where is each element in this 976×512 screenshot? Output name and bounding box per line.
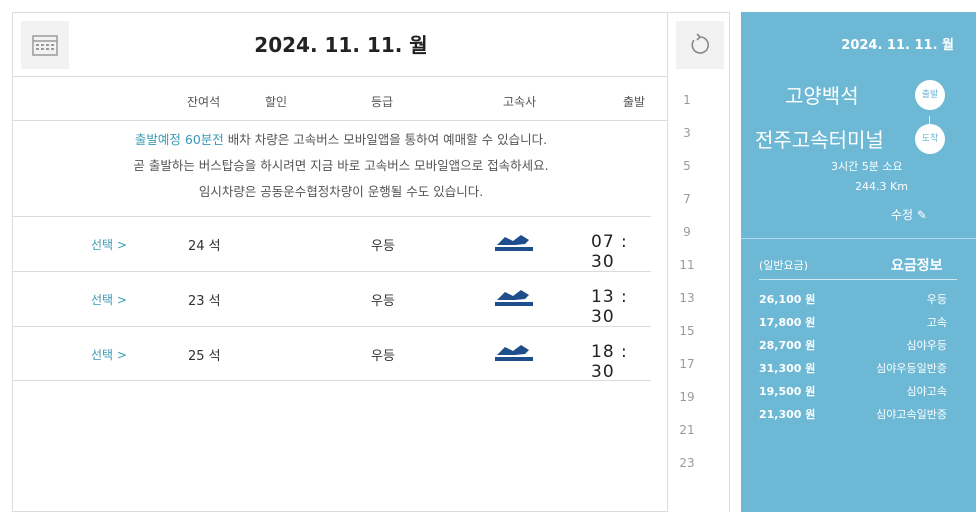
fare-divider	[759, 279, 957, 280]
refresh-icon	[691, 33, 710, 54]
column-header: 잔여석 할인 등급 고속사 출발	[13, 79, 669, 121]
info-date: 2024. 11. 11. 월	[841, 38, 954, 53]
departure-time: 18 : 30	[591, 342, 628, 382]
fare-value: 26,100 원	[759, 293, 816, 306]
col-company: 고속사	[503, 95, 537, 109]
arrival-tag: 도착	[915, 124, 945, 154]
refresh-button[interactable]	[676, 21, 724, 69]
calendar-icon	[32, 35, 58, 56]
bus-grade: 우등	[371, 349, 395, 364]
fare-row: 19,500 원 심야고속	[759, 383, 947, 405]
notice-highlight: 출발예정 60분전	[134, 132, 224, 147]
col-departure: 출발	[623, 95, 646, 109]
bus-grade: 우등	[371, 294, 395, 309]
col-discount: 할인	[265, 95, 288, 109]
travel-distance: 244.3 Km	[855, 180, 908, 193]
fare-label: 심야고속	[906, 385, 947, 398]
route-info-panel: 2024. 11. 11. 월 출발 도착 고양백석 전주고속터미널 3시간 5…	[741, 12, 976, 512]
notice-text: 출발예정 60분전 배차 차량은 고속버스 모바일앱을 통하여 예매할 수 있습…	[13, 127, 669, 205]
fare-row: 31,300 원 심야우등일반증	[759, 360, 947, 382]
bus-company-logo	[495, 290, 533, 306]
fare-label: 고속	[926, 316, 947, 329]
fare-row: 17,800 원 고속	[759, 314, 947, 336]
hour-item[interactable]: 21	[668, 423, 706, 437]
hour-item[interactable]: 3	[668, 126, 706, 140]
fare-label: 심야고속일반증	[876, 408, 947, 421]
fare-label: 우등	[926, 293, 947, 306]
notice-line-1: 출발예정 60분전 배차 차량은 고속버스 모바일앱을 통하여 예매할 수 있습…	[13, 127, 669, 153]
departure-tag: 출발	[915, 80, 945, 110]
fare-info: (일반요금) 요금정보 26,100 원 우등 17,800 원 고속 28,7…	[741, 238, 976, 512]
col-grade: 등급	[371, 95, 394, 109]
select-button[interactable]: 선택 >	[91, 291, 127, 308]
hour-filter-column: 1 3 5 7 9 11 13 15 17 19 21 23	[668, 12, 730, 512]
hour-item[interactable]: 19	[668, 390, 706, 404]
notice-line-3: 임시차량은 공동운수협정차량이 운행될 수도 있습니다.	[198, 184, 484, 199]
fare-row: 28,700 원 심야우등	[759, 337, 947, 359]
fare-value: 21,300 원	[759, 408, 816, 421]
bus-company-logo	[495, 345, 533, 361]
select-button[interactable]: 선택 >	[91, 236, 127, 253]
fare-value: 31,300 원	[759, 362, 816, 375]
departure-time: 13 : 30	[591, 287, 628, 327]
bus-company-logo	[495, 235, 533, 251]
fare-label: 심야우등	[906, 339, 947, 352]
travel-duration: 3시간 5분 소요	[831, 160, 903, 173]
fare-title: 요금정보	[891, 258, 943, 274]
hour-item[interactable]: 15	[668, 324, 706, 338]
departure-time: 07 : 30	[591, 232, 628, 272]
col-remaining-seats: 잔여석	[187, 95, 221, 109]
remaining-seats: 25 석	[188, 349, 221, 364]
bus-grade: 우등	[371, 239, 395, 254]
calendar-button[interactable]	[21, 21, 69, 69]
hour-item[interactable]: 1	[668, 93, 706, 107]
remaining-seats: 24 석	[188, 239, 221, 254]
pencil-icon: ✎	[916, 208, 927, 222]
date-header: 2024. 11. 11. 월	[13, 13, 669, 77]
arrival-terminal: 전주고속터미널	[755, 128, 884, 152]
schedule-row[interactable]: 선택 > 25 석 우등 18 : 30	[13, 326, 651, 382]
page-title: 2024. 11. 11. 월	[254, 33, 428, 57]
schedule-row[interactable]: 선택 > 24 석 우등 07 : 30	[13, 216, 651, 272]
fare-value: 19,500 원	[759, 385, 816, 398]
hour-item[interactable]: 17	[668, 357, 706, 371]
hour-item[interactable]: 5	[668, 159, 706, 173]
fare-row: 26,100 원 우등	[759, 291, 947, 313]
notice-line-2: 곧 출발하는 버스탑승을 하시려면 지금 바로 고속버스 모바일앱으로 접속하세…	[133, 158, 549, 173]
edit-route-button[interactable]: 수정 ✎	[891, 206, 927, 223]
hour-item[interactable]: 13	[668, 291, 706, 305]
hour-item[interactable]: 11	[668, 258, 706, 272]
fare-value: 28,700 원	[759, 339, 816, 352]
remaining-seats: 23 석	[188, 294, 221, 309]
hour-item[interactable]: 23	[668, 456, 706, 470]
hour-item[interactable]: 7	[668, 192, 706, 206]
hour-item[interactable]: 9	[668, 225, 706, 239]
fare-value: 17,800 원	[759, 316, 816, 329]
fare-note: (일반요금)	[759, 259, 809, 272]
schedule-row[interactable]: 선택 > 23 석 우등 13 : 30	[13, 271, 651, 327]
fare-label: 심야우등일반증	[876, 362, 947, 375]
fare-row: 21,300 원 심야고속일반증	[759, 406, 947, 428]
departure-terminal: 고양백석	[785, 84, 859, 108]
notice-line-1-rest: 배차 차량은 고속버스 모바일앱을 통하여 예매할 수 있습니다.	[227, 132, 548, 147]
select-button[interactable]: 선택 >	[91, 346, 127, 363]
schedule-panel: 2024. 11. 11. 월 잔여석 할인 등급 고속사 출발 출발예정 60…	[12, 12, 669, 512]
edit-label: 수정	[891, 208, 914, 222]
